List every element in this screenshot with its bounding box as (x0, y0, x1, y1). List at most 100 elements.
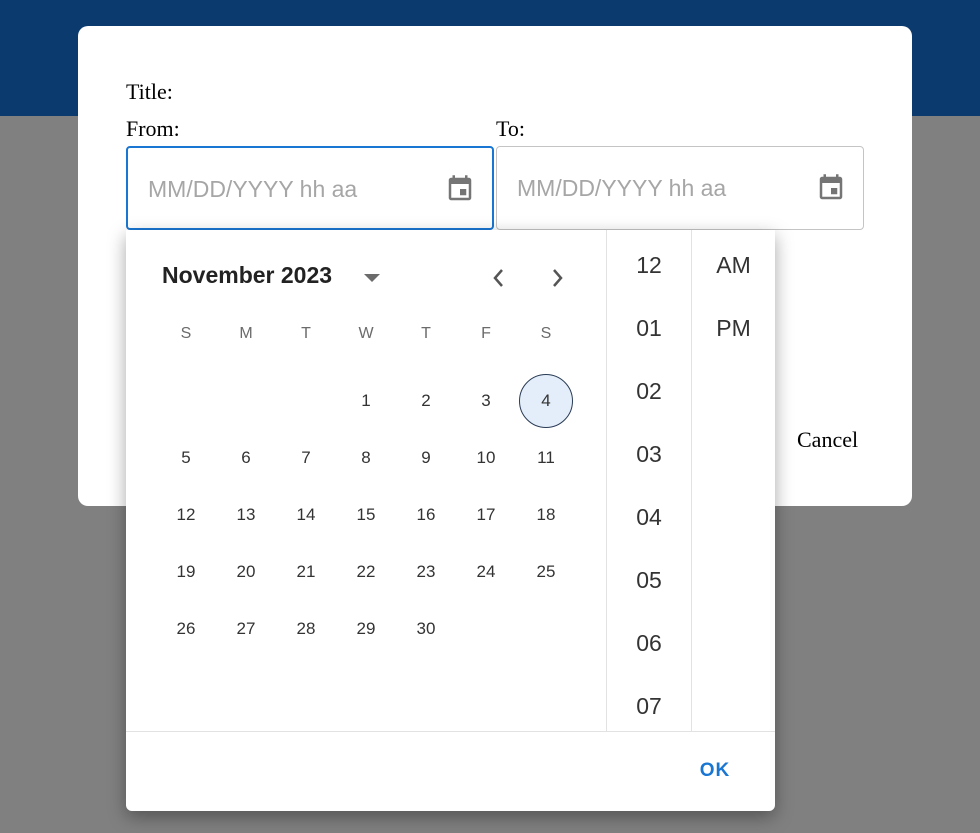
weekday-label: S (180, 325, 192, 342)
day-number: 27 (236, 618, 256, 638)
day-number: 16 (416, 504, 436, 524)
day-cell[interactable]: 22 (336, 543, 396, 600)
day-cell[interactable]: 20 (216, 543, 276, 600)
day-number (219, 374, 273, 428)
day-cell[interactable]: 13 (216, 486, 276, 543)
day-number: 29 (356, 618, 376, 638)
weekday-label: W (358, 325, 374, 342)
cancel-button[interactable]: Cancel (797, 427, 858, 453)
day-number: 9 (421, 447, 431, 467)
day-cell[interactable]: 3 (456, 372, 516, 429)
day-number: 23 (416, 561, 436, 581)
day-cell[interactable]: 30 (396, 600, 456, 657)
day-cell[interactable]: 26 (156, 600, 216, 657)
day-cell[interactable]: 8 (336, 429, 396, 486)
meridiem-option[interactable]: AM (692, 234, 775, 297)
day-cell[interactable]: 4 (516, 372, 576, 429)
empty-day-cell (156, 372, 216, 429)
day-number: 3 (481, 390, 491, 410)
day-cell[interactable]: 17 (456, 486, 516, 543)
day-number: 13 (236, 504, 256, 524)
day-number: 26 (176, 618, 196, 638)
calendar-grid: 1 2 3 4 5 6 7 8 9 10 11 12 13 14 15 16 17 18 19 20 21 22 23 24 2… (156, 372, 576, 657)
meridiem-column[interactable]: AM PM (692, 230, 775, 731)
day-cell[interactable]: 21 (276, 543, 336, 600)
chevron-right-icon[interactable] (544, 264, 572, 292)
to-date-input[interactable] (517, 169, 797, 207)
month-year-label: November 2023 (162, 262, 333, 288)
day-cell[interactable]: 5 (156, 429, 216, 486)
caret-down-icon[interactable] (360, 266, 384, 290)
day-cell[interactable]: 12 (156, 486, 216, 543)
day-number: 2 (421, 390, 431, 410)
day-number: 18 (536, 504, 556, 524)
meridiem-option[interactable]: PM (692, 297, 775, 360)
hour-option[interactable]: 05 (607, 549, 691, 612)
day-number: 6 (241, 447, 251, 467)
day-number: 7 (301, 447, 311, 467)
day-cell[interactable]: 1 (336, 372, 396, 429)
day-cell[interactable]: 19 (156, 543, 216, 600)
from-date-input[interactable] (148, 170, 428, 208)
hour-option[interactable]: 04 (607, 486, 691, 549)
day-cell[interactable]: 15 (336, 486, 396, 543)
hour-option[interactable]: 03 (607, 423, 691, 486)
day-number: 17 (476, 504, 496, 524)
hour-option[interactable]: 02 (607, 360, 691, 423)
day-cell[interactable]: 7 (276, 429, 336, 486)
day-number: 21 (296, 561, 316, 581)
day-cell[interactable]: 2 (396, 372, 456, 429)
weekday-label: T (301, 325, 311, 342)
day-number: 14 (296, 504, 316, 524)
weekday-label: M (239, 325, 253, 342)
to-date-field[interactable] (496, 146, 864, 230)
hour-option[interactable]: 01 (607, 297, 691, 360)
empty-day-cell (276, 372, 336, 429)
chevron-left-icon[interactable] (484, 264, 512, 292)
day-number (279, 374, 333, 428)
to-label: To: (496, 116, 526, 141)
day-number: 25 (536, 561, 556, 581)
day-cell[interactable]: 25 (516, 543, 576, 600)
day-number: 11 (537, 447, 555, 467)
ok-button[interactable]: OK (692, 754, 738, 788)
weekday-label: F (481, 325, 491, 342)
day-number: 20 (236, 561, 256, 581)
day-cell[interactable]: 14 (276, 486, 336, 543)
day-cell[interactable]: 10 (456, 429, 516, 486)
day-cell[interactable]: 29 (336, 600, 396, 657)
day-number: 15 (356, 504, 376, 524)
day-number: 1 (361, 390, 371, 410)
day-number: 30 (416, 618, 436, 638)
day-cell[interactable]: 6 (216, 429, 276, 486)
day-number: 8 (361, 447, 371, 467)
hour-option[interactable]: 07 (607, 675, 691, 731)
empty-day-cell (216, 372, 276, 429)
datetime-picker-popup: November 2023 SMTWTFS 1 2 3 4 5 6 7 8 9 10 11 12 13 1… (126, 230, 775, 811)
hour-column[interactable]: 12 01 02 03 04 05 06 07 (607, 230, 691, 731)
day-cell[interactable]: 18 (516, 486, 576, 543)
day-cell[interactable]: 11 (516, 429, 576, 486)
from-label: From: (126, 116, 180, 141)
day-number: 4 (519, 373, 573, 428)
calendar-icon[interactable] (442, 171, 478, 207)
day-number: 19 (176, 561, 196, 581)
day-cell[interactable]: 27 (216, 600, 276, 657)
day-number: 28 (296, 618, 316, 638)
day-cell[interactable]: 24 (456, 543, 516, 600)
day-cell[interactable]: 23 (396, 543, 456, 600)
divider (126, 731, 775, 732)
day-number: 24 (476, 561, 496, 581)
day-number (159, 374, 213, 428)
day-cell[interactable]: 9 (396, 429, 456, 486)
from-date-field[interactable] (126, 146, 494, 230)
title-label: Title: (126, 79, 173, 104)
hour-option[interactable]: 12 (607, 234, 691, 297)
day-cell[interactable]: 16 (396, 486, 456, 543)
weekday-label: S (540, 325, 552, 342)
day-number: 12 (176, 504, 196, 524)
day-cell[interactable]: 28 (276, 600, 336, 657)
day-number: 5 (181, 447, 191, 467)
calendar-icon[interactable] (813, 170, 849, 206)
hour-option[interactable]: 06 (607, 612, 691, 675)
